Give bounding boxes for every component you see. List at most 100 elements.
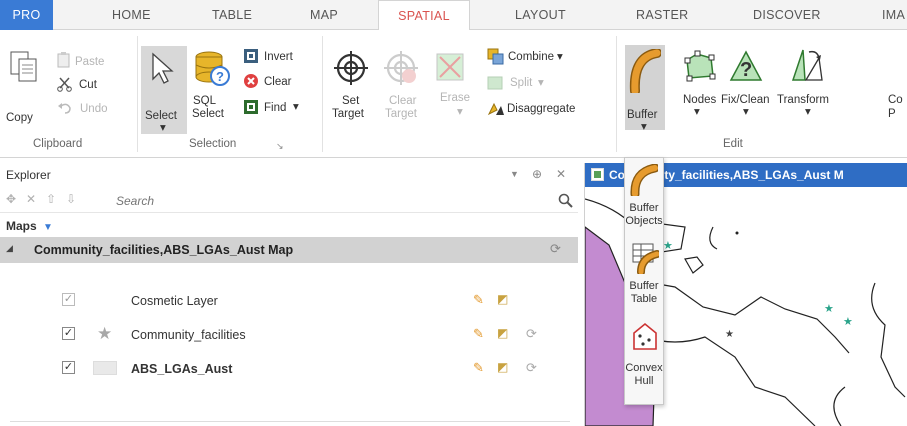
ribbon: Copy Paste Cut Undo Clipboard Select ▾ ?… <box>0 30 907 158</box>
label-icon[interactable]: ⟳ <box>526 360 537 376</box>
explorer-panel: Explorer ▼ ⊕ ✕ ✥ ✕ ⇧ ⇩ Maps ▼ ◢ Communit… <box>0 163 578 426</box>
convex-hull-menu-item[interactable]: Convex Hull <box>625 318 663 404</box>
erase-label: Erase <box>440 92 471 104</box>
find-icon <box>244 100 258 114</box>
facility-point-icon[interactable]: ★ <box>824 303 834 315</box>
svg-text:?: ? <box>216 69 224 84</box>
maps-filter-dropdown-icon[interactable]: ▼ <box>43 222 53 233</box>
facility-point-icon[interactable] <box>735 231 739 235</box>
buffer-objects-label-1: Buffer <box>629 202 659 214</box>
layer-name: Cosmetic Layer <box>131 294 218 308</box>
convex-hull-label-1: Convex <box>625 362 663 374</box>
co-label-1: Co <box>888 94 903 106</box>
maps-label: Maps <box>6 219 37 233</box>
buffer-objects-icon <box>630 164 658 196</box>
svg-text:?: ? <box>740 59 752 81</box>
editable-pencil-icon[interactable]: ✎ <box>473 326 484 342</box>
cut-label: Cut <box>79 79 97 91</box>
ribbon-separator <box>322 36 323 152</box>
tab-table[interactable]: TABLE <box>212 0 252 30</box>
explorer-search-bar: ✥ ✕ ⇧ ⇩ <box>0 189 578 213</box>
buffer-objects-menu-item[interactable]: Buffer Objects <box>625 158 663 238</box>
selectable-icon[interactable]: ◩ <box>497 326 508 340</box>
ribbon-separator <box>616 36 617 152</box>
select-dropdown-arrow: ▾ <box>160 122 166 134</box>
buffer-table-label-2: Table <box>630 293 658 305</box>
set-target-label-1: Set <box>342 95 360 107</box>
move-up-icon[interactable]: ⇧ <box>46 192 56 206</box>
map-tree-item[interactable]: ◢ Community_facilities,ABS_LGAs_Aust Map… <box>0 237 578 263</box>
layer-visibility-checkbox[interactable]: ✓ <box>62 293 75 306</box>
paste-label: Paste <box>75 56 105 68</box>
fix-clean-dropdown-arrow: ▾ <box>743 106 749 118</box>
arrow-cursor-icon <box>152 52 174 84</box>
layer-visibility-checkbox[interactable]: ✓ <box>62 361 75 374</box>
panel-options-icon[interactable]: ▼ <box>510 169 519 179</box>
select-button[interactable]: Select ▾ <box>141 46 187 134</box>
explorer-title: Explorer <box>6 168 51 182</box>
facility-point-icon[interactable]: ★ <box>725 329 734 340</box>
maps-header[interactable]: Maps ▼ <box>6 219 53 233</box>
search-input[interactable] <box>116 193 536 209</box>
tab-layout[interactable]: LAYOUT <box>515 0 566 30</box>
close-icon[interactable]: ✕ <box>556 167 566 181</box>
pin-icon[interactable]: ⊕ <box>532 167 542 181</box>
selection-group-label: Selection <box>189 138 237 150</box>
split-icon <box>487 76 503 90</box>
label-icon[interactable]: ⟳ <box>526 326 537 342</box>
co-label-2: P <box>888 108 896 120</box>
tab-home[interactable]: HOME <box>112 0 151 30</box>
layer-row-cosmetic[interactable]: ✓ Cosmetic Layer ✎ ◩ <box>0 289 578 315</box>
layer-row-community-facilities[interactable]: ✓ ★ Community_facilities ✎ ◩ ⟳ <box>0 323 578 349</box>
convex-hull-label-2: Hull <box>634 375 654 387</box>
tab-map[interactable]: MAP <box>310 0 338 30</box>
editable-pencil-icon[interactable]: ✎ <box>473 292 484 308</box>
erase-icon <box>436 53 464 81</box>
nodes-dropdown-arrow: ▾ <box>694 106 700 118</box>
clear-icon <box>244 74 258 88</box>
combine-dropdown-arrow: ▾ <box>557 51 563 63</box>
buffer-table-menu-item[interactable]: Buffer Table <box>625 238 663 318</box>
facility-point-icon[interactable]: ★ <box>843 316 853 328</box>
tab-discover[interactable]: DISCOVER <box>753 0 821 30</box>
map-name: Community_facilities,ABS_LGAs_Aust Map <box>34 243 294 257</box>
move-down-icon[interactable]: ⇩ <box>66 192 76 206</box>
explorer-header: Explorer ▼ ⊕ ✕ <box>0 163 578 187</box>
selectable-icon[interactable]: ◩ <box>497 360 508 374</box>
invert-icon <box>244 49 258 63</box>
combine-label: Combine <box>508 51 555 63</box>
target-icon <box>334 51 368 85</box>
tab-ima[interactable]: IMA <box>882 0 905 30</box>
buffer-button[interactable]: Buffer ▾ <box>625 45 665 133</box>
remove-icon[interactable]: ✕ <box>26 192 36 206</box>
facility-point-icon[interactable]: ★ <box>663 240 673 252</box>
map-settings-icon[interactable]: ⟳ <box>550 241 561 257</box>
layer-visibility-checkbox[interactable]: ✓ <box>62 327 75 340</box>
map-boundary-line <box>709 226 718 250</box>
tab-spatial[interactable]: SPATIAL <box>378 0 470 31</box>
split-dropdown-arrow: ▾ <box>538 77 544 89</box>
tab-pro[interactable]: PRO <box>0 0 53 30</box>
selectable-icon[interactable]: ◩ <box>497 292 508 306</box>
find-dropdown-arrow: ▾ <box>293 101 299 113</box>
invert-label: Invert <box>264 51 293 63</box>
erase-dropdown-arrow: ▾ <box>457 106 463 118</box>
editable-pencil-icon[interactable]: ✎ <box>473 360 484 376</box>
ribbon-separator <box>137 36 138 152</box>
layer-row-abs-lgas[interactable]: ✓ ABS_LGAs_Aust ✎ ◩ ⟳ <box>0 357 578 383</box>
map-window-icon <box>591 168 604 181</box>
sql-select-label-1: SQL <box>193 95 217 107</box>
search-icon[interactable] <box>558 193 574 209</box>
expand-collapse-icon[interactable]: ◢ <box>6 243 13 254</box>
dialog-launcher-icon[interactable]: ↘ <box>276 140 284 153</box>
buffer-dropdown-arrow: ▾ <box>641 121 647 133</box>
add-icon[interactable]: ✥ <box>6 192 16 206</box>
region-layer-swatch-icon <box>93 361 117 375</box>
convex-hull-icon <box>633 322 657 350</box>
buffer-table-label-1: Buffer <box>629 280 659 292</box>
tab-raster[interactable]: RASTER <box>636 0 689 30</box>
disaggregate-icon <box>487 102 504 116</box>
sql-database-icon: ? <box>195 51 230 86</box>
edit-group-label: Edit <box>723 138 743 150</box>
clear-label: Clear <box>264 76 292 88</box>
